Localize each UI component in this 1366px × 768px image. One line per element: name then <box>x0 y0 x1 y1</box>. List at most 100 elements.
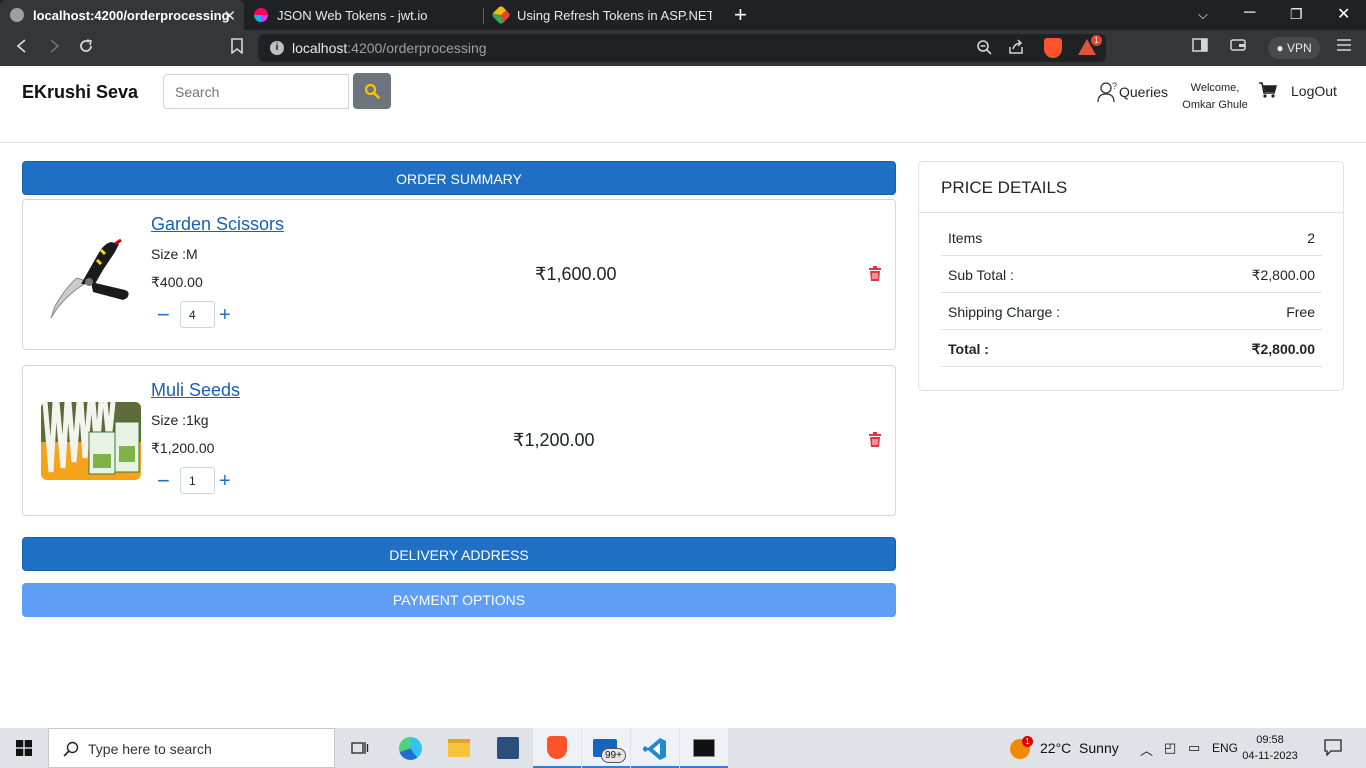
price-row-value: ₹2,800.00 <box>1251 341 1315 357</box>
delete-item-icon[interactable] <box>869 266 881 286</box>
product-size: Size :1kg <box>151 412 209 428</box>
quantity-input[interactable] <box>180 301 215 328</box>
price-details-header: PRICE DETAILS <box>919 162 1343 213</box>
restore-icon[interactable]: ❐ <box>1290 6 1303 23</box>
url-host: localhost <box>292 40 348 56</box>
tab-jwt[interactable]: JSON Web Tokens - jwt.io <box>244 0 482 30</box>
minimize-icon[interactable]: ─ <box>1244 4 1255 22</box>
brave-rewards-icon[interactable]: 1 <box>1078 35 1102 55</box>
browser-tab-bar: localhost:4200/orderprocessing ✕ JSON We… <box>0 0 1366 30</box>
vpn-button[interactable]: ● VPN <box>1268 37 1320 59</box>
language-indicator[interactable]: ENG <box>1212 741 1238 755</box>
price-row-value: ₹2,800.00 <box>1251 267 1315 283</box>
tab-title: JSON Web Tokens - jwt.io <box>277 7 428 23</box>
wallet-icon[interactable] <box>1230 38 1246 58</box>
menu-icon[interactable] <box>1336 38 1352 58</box>
share-icon[interactable] <box>1008 39 1024 61</box>
delivery-address-header[interactable]: DELIVERY ADDRESS <box>22 537 896 571</box>
delete-item-icon[interactable] <box>869 432 881 452</box>
site-info-icon[interactable]: i <box>270 41 284 55</box>
cart-item-card: Garden Scissors Size :M ₹400.00 − + ₹1,6… <box>22 199 896 350</box>
show-hidden-icons-icon[interactable]: ︿ <box>1140 740 1153 759</box>
quantity-input[interactable] <box>180 467 215 494</box>
order-summary-header[interactable]: ORDER SUMMARY <box>22 161 896 195</box>
price-details-card: PRICE DETAILS Items 2 Sub Total : ₹2,800… <box>918 161 1344 391</box>
product-name-link[interactable]: Muli Seeds <box>151 380 240 401</box>
tab-title: localhost:4200/orderprocessing <box>33 7 230 23</box>
close-tab-icon[interactable]: ✕ <box>223 7 236 25</box>
reload-icon[interactable] <box>78 38 94 60</box>
search-icon <box>364 83 380 99</box>
welcome-user: Welcome, Omkar Ghule <box>1182 80 1248 114</box>
product-size: Size :M <box>151 246 198 262</box>
decrease-quantity-button[interactable]: − <box>157 304 170 326</box>
search-button[interactable] <box>353 73 391 109</box>
price-row-label: Sub Total : <box>948 267 1014 283</box>
new-tab-icon[interactable]: + <box>734 2 747 28</box>
brave-shields-icon[interactable] <box>1044 38 1062 58</box>
time-text: 09:58 <box>1256 734 1284 746</box>
price-row-label: Shipping Charge : <box>948 304 1061 320</box>
taskbar-clock[interactable]: 09:58 04-11-2023 <box>1242 732 1298 764</box>
price-row-items: Items 2 <box>941 219 1322 256</box>
product-unit-price: ₹400.00 <box>151 274 203 290</box>
queries-link[interactable]: ? Queries <box>1097 81 1168 103</box>
price-row-shipping: Shipping Charge : Free <box>941 293 1322 330</box>
decrease-quantity-button[interactable]: − <box>157 470 170 492</box>
tab-search-chevron-icon[interactable]: ⌵ <box>1198 7 1208 23</box>
weather-text[interactable]: 22°C Sunny <box>1040 740 1119 756</box>
terminal-icon[interactable] <box>680 728 728 768</box>
logout-link[interactable]: LogOut <box>1291 83 1337 99</box>
forward-icon[interactable] <box>46 38 62 60</box>
task-view-icon[interactable] <box>336 728 384 768</box>
url-text[interactable]: localhost:4200/orderprocessing <box>292 40 487 56</box>
mail-icon[interactable]: 99+ <box>582 728 630 768</box>
user-name: Omkar Ghule <box>1182 99 1248 111</box>
windows-taskbar: Type here to search 99+ 1 22°C Sunny ︿ ◰… <box>0 728 1366 768</box>
product-unit-price: ₹1,200.00 <box>151 440 215 456</box>
welcome-text: Welcome, <box>1190 82 1240 94</box>
payment-options-header[interactable]: PAYMENT OPTIONS <box>22 583 896 617</box>
zoom-icon[interactable] <box>976 39 992 61</box>
taskbar-search-placeholder: Type here to search <box>88 741 212 757</box>
vpn-label: VPN <box>1286 41 1312 55</box>
price-details-title: PRICE DETAILS <box>941 178 1068 197</box>
weather-badge: 1 <box>1022 736 1033 747</box>
brand-logo[interactable]: EKrushi Seva <box>22 82 138 103</box>
app-header: EKrushi Seva ? Queries Welcome, Omkar Gh… <box>0 66 1366 143</box>
mysql-workbench-icon[interactable] <box>484 728 532 768</box>
queries-icon: ? <box>1097 81 1117 103</box>
cart-icon[interactable] <box>1259 82 1278 103</box>
brave-browser-icon[interactable] <box>533 728 581 768</box>
increase-quantity-button[interactable]: + <box>219 304 231 326</box>
price-row-total: Total : ₹2,800.00 <box>941 330 1322 367</box>
address-bar[interactable]: i localhost:4200/orderprocessing 1 <box>258 34 1106 62</box>
edge-icon[interactable] <box>386 728 434 768</box>
notification-icon[interactable] <box>1324 739 1342 761</box>
file-explorer-icon[interactable] <box>435 728 483 768</box>
sidebar-icon[interactable] <box>1192 38 1208 58</box>
queries-label: Queries <box>1119 84 1169 100</box>
taskbar-search-box[interactable]: Type here to search <box>48 728 335 768</box>
product-name-link[interactable]: Garden Scissors <box>151 214 284 235</box>
meet-now-icon[interactable]: ◰ <box>1164 740 1176 756</box>
back-icon[interactable] <box>14 38 30 60</box>
tab-title: Using Refresh Tokens in ASP.NET Core <box>517 7 712 23</box>
network-icon[interactable]: ▭ <box>1188 740 1200 756</box>
bookmark-icon[interactable] <box>230 38 244 60</box>
increase-quantity-button[interactable]: + <box>219 470 231 492</box>
tab-orderprocessing[interactable]: localhost:4200/orderprocessing ✕ <box>0 0 244 30</box>
search-input[interactable] <box>163 74 349 109</box>
jwt-icon <box>254 8 268 22</box>
cart-item-card: Muli Seeds Size :1kg ₹1,200.00 − + ₹1,20… <box>22 365 896 516</box>
garden-scissors-image <box>41 220 141 326</box>
price-row-value: 2 <box>1307 230 1315 246</box>
vscode-icon[interactable] <box>631 728 679 768</box>
tab-refresh-tokens[interactable]: Using Refresh Tokens in ASP.NET Core <box>484 0 722 30</box>
close-window-icon[interactable]: ✕ <box>1337 4 1350 24</box>
line-total: ₹1,200.00 <box>513 430 595 450</box>
windows-start-icon[interactable] <box>16 740 32 761</box>
weather-icon[interactable]: 1 <box>1010 736 1033 759</box>
muli-seeds-image <box>41 402 141 480</box>
mail-badge: 99+ <box>601 748 626 763</box>
